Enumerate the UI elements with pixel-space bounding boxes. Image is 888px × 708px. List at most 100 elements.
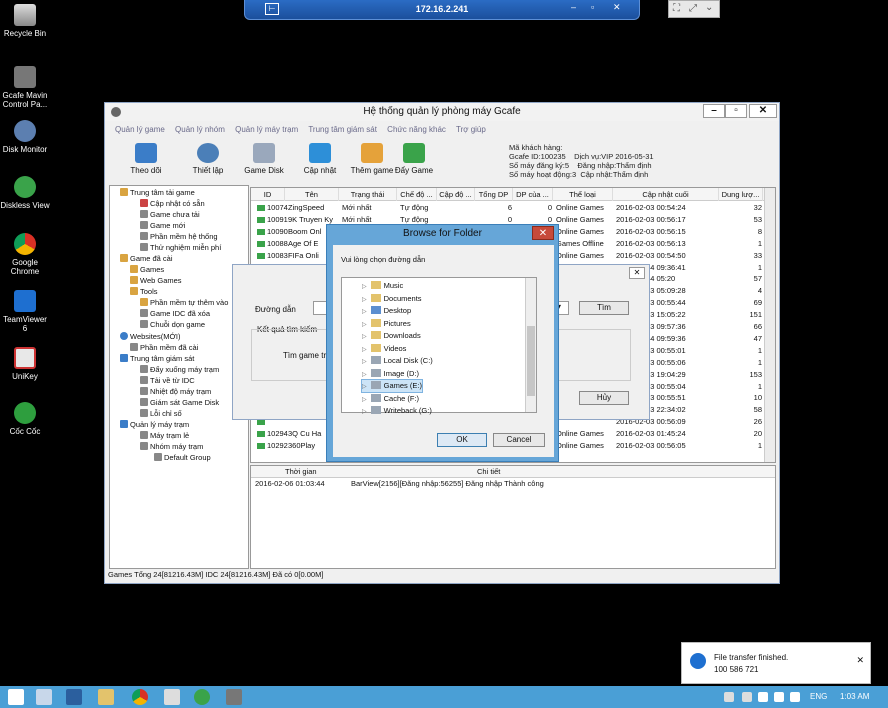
tree-item[interactable]: Phần mềm tự thêm vào [140,297,228,308]
tray-icon[interactable] [724,692,734,702]
expand-chevron-icon[interactable]: ▷ [362,322,367,328]
desktop-icon-unikey[interactable]: UniKey [0,347,50,381]
column-header[interactable]: DP của ... [513,188,553,201]
toolbar-settings-button[interactable]: Thiết lập [185,143,231,175]
column-header[interactable]: Cập độ ... [437,188,475,201]
log-row[interactable]: 2016-02-06 01:03:44 BarView[2156][Đăng n… [251,478,775,490]
column-header[interactable]: ID [251,188,285,201]
column-header[interactable]: Chế độ ... [397,188,437,201]
tree-item[interactable]: Trung tâm giám sát [120,353,194,364]
flag-icon[interactable] [758,692,768,702]
restore-remote-icon[interactable]: ▫ [591,2,594,12]
expand-chevron-icon[interactable]: ▷ [362,309,367,315]
menu-item[interactable]: Chức năng khác [387,125,446,134]
tree-item[interactable]: Nhiệt độ máy trạm [140,386,211,397]
fit-icon[interactable]: ⤢ [689,3,697,14]
desktop-icon-gcafe[interactable]: Gcafe Mavin Control Pa... [0,66,50,109]
notepad-icon[interactable] [164,689,180,705]
tree-item[interactable]: Game mới [140,220,185,231]
column-header[interactable]: Cập nhật cuối [613,188,719,201]
close-icon[interactable]: ✕ [629,267,645,279]
tree-item[interactable]: Game đã cài [120,253,173,264]
tree-item[interactable]: Máy trạm lẻ [140,430,189,441]
minimize-remote-icon[interactable]: – [571,2,576,12]
tree-item[interactable]: Game IDC đã xóa [140,308,210,319]
minimize-button[interactable]: – [703,104,725,118]
expand-chevron-icon[interactable]: ▷ [362,284,367,290]
tree-item[interactable]: Quản lý máy trạm [120,419,189,430]
tree-item[interactable]: Tải về từ IDC [140,375,195,386]
tree-item[interactable]: Default Group [154,452,211,463]
file-manager-icon[interactable] [98,689,114,705]
expand-chevron-icon[interactable]: ▷ [362,347,367,353]
folder-item[interactable]: ▷ Music [362,280,403,292]
tree-item[interactable]: Nhóm máy trạm [140,441,203,452]
desktop-icon-disk-monitor[interactable]: Disk Monitor [0,120,50,154]
find-button[interactable]: Tìm [579,301,629,315]
powershell-icon[interactable] [66,689,82,705]
toolbar-update-button[interactable]: Cập nhật [297,143,343,175]
menu-item[interactable]: Quản lý game [115,125,165,134]
desktop-icon-teamviewer[interactable]: TeamViewer 6 [0,290,50,333]
column-header[interactable]: Tên [285,188,339,201]
desktop-icon-recycle-bin[interactable]: Recycle Bin [0,4,50,38]
clock[interactable]: 1:03 AM [840,692,869,701]
folder-tree-scrollbar[interactable] [525,278,536,412]
cancel-button[interactable]: Cancel [493,433,545,447]
tray-icon[interactable] [742,692,752,702]
start-icon[interactable] [8,689,24,705]
column-header[interactable]: Trạng thái [339,188,397,201]
column-header[interactable]: Thể loại [553,188,613,201]
folder-item[interactable]: ▷ Cache (F:) [362,393,419,405]
chevron-down-icon[interactable]: ⌄ [705,2,713,13]
folder-item[interactable]: ▷ Games (E:) [361,379,423,393]
close-button[interactable]: ✕ [532,226,554,240]
toolbar-game-disk-button[interactable]: Game Disk [241,143,287,175]
tree-item[interactable]: Thử nghiệm miễn phí [140,242,221,253]
close-remote-icon[interactable]: ✕ [613,2,621,13]
volume-icon[interactable] [790,692,800,702]
expand-chevron-icon[interactable]: ▷ [362,384,367,390]
expand-chevron-icon[interactable]: ▷ [362,409,367,415]
desktop-icon-coccoc[interactable]: Cốc Cốc [0,402,50,436]
expand-chevron-icon[interactable]: ▷ [362,372,367,378]
fullscreen-icon[interactable]: ⛶ [673,3,680,14]
toolbar-add-game-button[interactable]: Thêm game [349,143,395,175]
folder-item[interactable]: ▷ Desktop [362,305,411,317]
tree-item[interactable]: Tools [130,286,158,297]
expand-chevron-icon[interactable]: ▷ [362,359,367,365]
tree-item[interactable]: Giám sát Game Disk [140,397,219,408]
close-button[interactable]: ✕ [749,104,777,118]
network-icon[interactable] [774,692,784,702]
table-scrollbar[interactable] [764,188,775,462]
tree-item[interactable]: Game chưa tải [140,209,200,220]
folder-item[interactable]: ▷ Videos [362,343,406,355]
folder-item[interactable]: ▷ Writeback (G:) [362,405,432,417]
close-icon[interactable]: ✕ [856,655,864,666]
folder-item[interactable]: ▷ Image (D:) [362,368,419,380]
tree-item[interactable]: Websites(MỚI) [120,331,180,342]
gcafe-manager-icon[interactable] [226,689,242,705]
tree-item[interactable]: Phần mềm đã cài [130,342,198,353]
ok-button[interactable]: OK [437,433,487,447]
tree-item[interactable]: Games [130,264,164,275]
tree-item[interactable]: Đẩy xuống máy trạm [140,364,219,375]
toolbar-push-game-button[interactable]: Đẩy Game [391,143,437,175]
column-header[interactable]: Tổng DP [475,188,513,201]
menu-item[interactable]: Quản lý nhóm [175,125,225,134]
menu-item[interactable]: Trung tâm giám sát [308,125,377,134]
tree-item[interactable]: Lỗi chỉ số [140,408,182,419]
folder-item[interactable]: ▷ Local Disk (C:) [362,355,433,367]
cancel-search-button[interactable]: Hủy [579,391,629,405]
folder-item[interactable]: ▷ Pictures [362,318,411,330]
desktop-icon-chrome[interactable]: Google Chrome [0,233,50,276]
desktop-icon-diskless-view[interactable]: Diskless View [0,176,50,210]
chrome-icon[interactable] [132,689,148,705]
toolbar-monitor-button[interactable]: Theo dõi [123,143,169,175]
explorer-icon[interactable] [36,689,52,705]
expand-chevron-icon[interactable]: ▷ [362,297,367,303]
gcafe-app-icon[interactable] [194,689,210,705]
language-indicator[interactable]: ENG [810,692,827,701]
maximize-button[interactable]: ▫ [725,104,747,118]
column-header[interactable]: Dung lượ... [719,188,763,201]
